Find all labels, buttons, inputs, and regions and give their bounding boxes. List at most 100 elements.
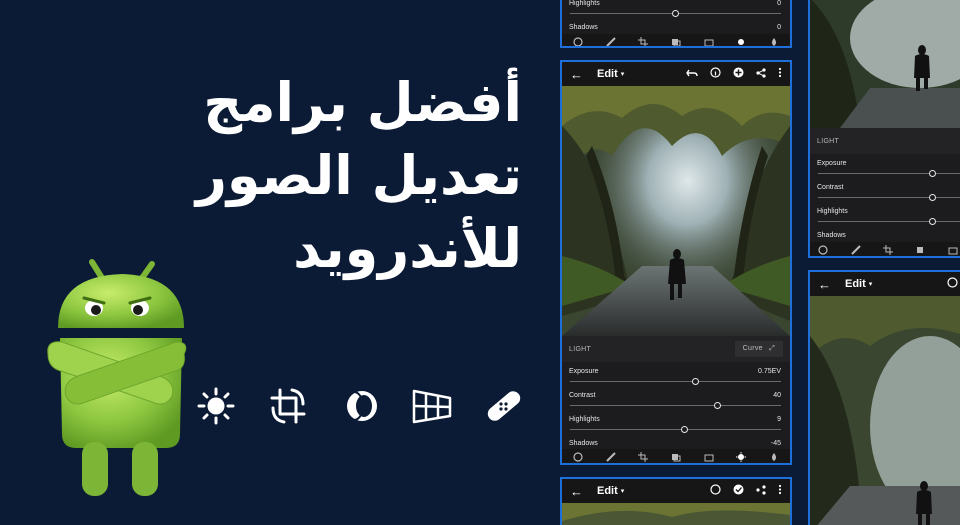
- color-icon[interactable]: [769, 452, 779, 462]
- slider-thumb[interactable]: [692, 378, 700, 385]
- android-mascot-icon: [44, 258, 194, 503]
- healing-icon[interactable]: [606, 452, 616, 462]
- edit-menu-title[interactable]: Edit: [597, 68, 618, 80]
- slider-value: 0: [777, 24, 781, 31]
- app-bar: ← Edit ▾: [562, 479, 790, 503]
- edit-menu-title[interactable]: Edit: [597, 485, 618, 497]
- crop-rotate-icon: [267, 385, 309, 427]
- more-vertical-icon[interactable]: [778, 484, 782, 498]
- bandage-icon: [483, 385, 525, 427]
- chevron-down-icon[interactable]: ▾: [621, 487, 625, 495]
- share-icon[interactable]: [756, 484, 766, 498]
- crop-icon[interactable]: [638, 37, 649, 46]
- presets-icon[interactable]: [573, 37, 583, 46]
- app-bar-actions: [710, 484, 782, 498]
- slider-label: Contrast: [817, 184, 844, 191]
- top-edit-panel: Highlights 0 Shadows 0: [560, 0, 792, 48]
- profiles-icon[interactable]: [671, 452, 681, 462]
- done-icon[interactable]: [733, 484, 744, 498]
- presets-icon[interactable]: [818, 245, 828, 255]
- auto-icon[interactable]: [704, 452, 714, 462]
- info-icon[interactable]: [947, 277, 958, 291]
- auto-icon[interactable]: [948, 245, 958, 255]
- slider-thumb[interactable]: [714, 402, 722, 409]
- crop-icon[interactable]: [883, 245, 893, 255]
- bottom-edit-panel: ← Edit ▾: [560, 477, 792, 525]
- section-label: LIGHT: [817, 137, 840, 145]
- profiles-icon[interactable]: [671, 37, 681, 46]
- forest-photo: [562, 86, 790, 336]
- light-icon[interactable]: [736, 37, 746, 46]
- slider-label: Shadows: [569, 440, 598, 447]
- main-edit-panel: ← Edit ▾ LIGHT Curve ⤢ Exposure 0.75EV C…: [560, 60, 792, 465]
- auto-icon[interactable]: [704, 37, 714, 46]
- slider-contrast[interactable]: Contrast 40: [562, 390, 790, 414]
- profiles-icon[interactable]: [916, 245, 926, 255]
- banner-title: أفضل برامج تعديل الصور للأندرويد: [102, 66, 522, 285]
- forest-photo: [562, 503, 790, 525]
- slider-label: Exposure: [817, 160, 847, 167]
- slider-thumb[interactable]: [681, 426, 689, 433]
- slider-label: Shadows: [817, 232, 846, 239]
- slider-highlights[interactable]: Highlights 0: [562, 0, 790, 22]
- section-label: LIGHT: [569, 345, 592, 353]
- add-icon[interactable]: [733, 67, 744, 81]
- chevron-down-icon[interactable]: ▾: [621, 70, 625, 78]
- edit-toolbar: [810, 242, 960, 256]
- slider-track: [818, 218, 960, 225]
- info-icon[interactable]: [710, 67, 721, 81]
- lens-icon: [339, 385, 381, 427]
- light-section-header[interactable]: LIGHT Curve ⤢: [562, 336, 790, 362]
- edit-toolbar: [562, 449, 790, 463]
- slider-value: 9: [777, 416, 781, 423]
- slider-thumb[interactable]: [928, 170, 936, 177]
- back-arrow-icon[interactable]: ←: [570, 484, 583, 499]
- edit-menu-title[interactable]: Edit: [845, 278, 866, 290]
- slider-value: 0.75EV: [758, 368, 781, 375]
- right-edit-panel: LIGHT Exposure Contrast Highlights Shado…: [808, 0, 960, 258]
- presets-icon[interactable]: [573, 452, 583, 462]
- slider-label: Highlights: [569, 0, 600, 7]
- slider-thumb[interactable]: [928, 194, 936, 201]
- curve-button[interactable]: Curve ⤢: [734, 341, 783, 357]
- info-icon[interactable]: [710, 484, 721, 498]
- slider-thumb[interactable]: [672, 10, 679, 17]
- light-icon[interactable]: [736, 452, 747, 462]
- undo-icon[interactable]: [686, 68, 698, 81]
- light-section-header[interactable]: LIGHT: [810, 128, 960, 154]
- edit-toolbar: [562, 34, 790, 46]
- back-arrow-icon[interactable]: ←: [570, 67, 583, 82]
- perspective-grid-icon: [411, 385, 453, 427]
- slider-highlights[interactable]: Highlights: [810, 206, 960, 230]
- slider-label: Shadows: [569, 24, 598, 31]
- slider-highlights[interactable]: Highlights 9: [562, 414, 790, 438]
- slider-label: Contrast: [569, 392, 596, 399]
- slider-track: [570, 10, 781, 17]
- slider-thumb[interactable]: [928, 218, 936, 225]
- slider-exposure[interactable]: Exposure 0.75EV: [562, 366, 790, 390]
- color-icon[interactable]: [769, 37, 779, 46]
- banner-title-line-2: تعديل الصور: [195, 144, 522, 207]
- chevron-down-icon[interactable]: ▾: [869, 280, 873, 288]
- slider-contrast[interactable]: Contrast: [810, 182, 960, 206]
- more-vertical-icon[interactable]: [778, 67, 782, 81]
- crop-icon[interactable]: [638, 452, 649, 462]
- healing-icon[interactable]: [850, 245, 861, 255]
- app-bar-actions: [686, 67, 782, 81]
- app-bar: ← Edit ▾: [810, 272, 960, 296]
- back-arrow-icon[interactable]: ←: [818, 277, 831, 292]
- slider-exposure[interactable]: Exposure: [810, 158, 960, 182]
- slider-value: -45: [770, 440, 781, 447]
- right-bottom-edit-panel: ← Edit ▾: [808, 270, 960, 525]
- slider-track: [570, 378, 781, 385]
- slider-track: [818, 170, 960, 177]
- slider-value: 40: [773, 392, 781, 399]
- share-icon[interactable]: [756, 67, 766, 81]
- app-bar-actions: [947, 277, 958, 291]
- slider-track: [818, 194, 960, 201]
- curve-label: Curve: [742, 345, 763, 352]
- editing-tools-row: [195, 385, 525, 427]
- slider-label: Highlights: [569, 416, 600, 423]
- healing-icon[interactable]: [606, 37, 616, 46]
- slider-track: [570, 426, 781, 433]
